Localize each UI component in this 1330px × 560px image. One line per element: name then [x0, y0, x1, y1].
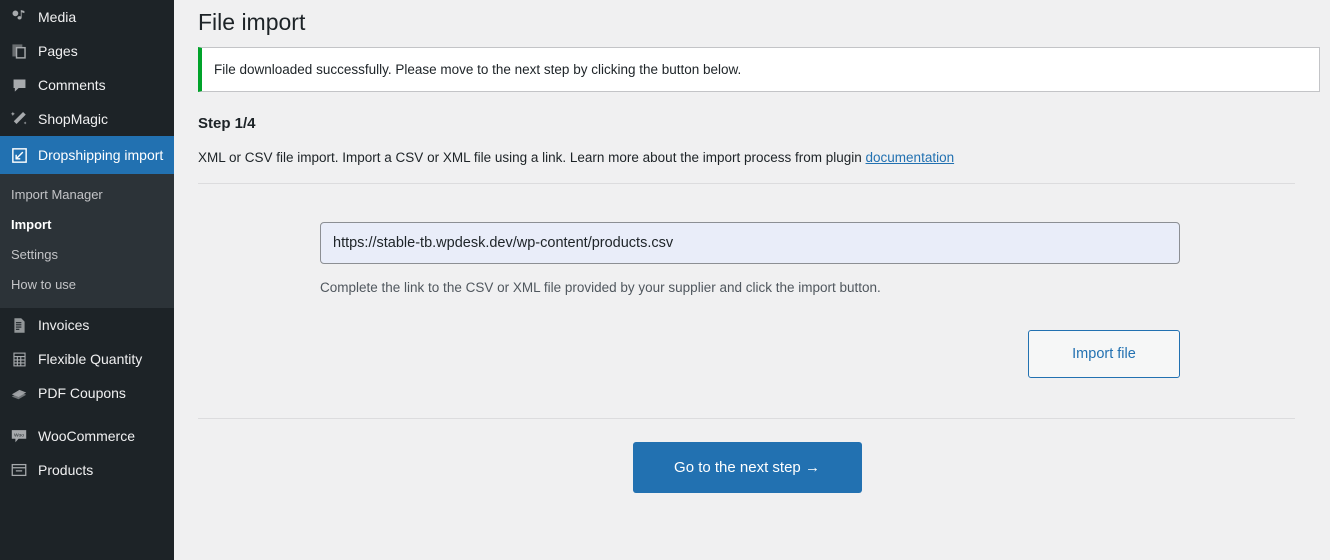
import-button-row: Import file — [174, 297, 1180, 378]
success-notice: File downloaded successfully. Please mov… — [198, 47, 1320, 92]
notice-message: File downloaded successfully. Please mov… — [214, 62, 742, 77]
sidebar-item-flexible-quantity[interactable]: Flexible Quantity — [0, 342, 174, 376]
svg-text:Woo: Woo — [14, 432, 24, 438]
file-url-input[interactable] — [320, 222, 1180, 264]
admin-screen: Media Pages Comments ShopMagic Dropshipp… — [0, 0, 1330, 560]
shopmagic-icon — [9, 109, 29, 129]
woocommerce-icon: Woo — [9, 426, 29, 446]
admin-sidebar: Media Pages Comments ShopMagic Dropshipp… — [0, 0, 174, 560]
documentation-link[interactable]: documentation — [866, 150, 955, 165]
sidebar-item-woocommerce[interactable]: Woo WooCommerce — [0, 419, 174, 453]
url-field-row — [174, 222, 1330, 264]
sidebar-item-pages[interactable]: Pages — [0, 34, 174, 68]
products-icon — [9, 460, 29, 480]
page-title: File import — [198, 9, 306, 35]
sidebar-item-label: Comments — [38, 76, 106, 93]
invoices-icon — [9, 315, 29, 335]
sidebar-item-import[interactable]: Import — [0, 210, 174, 240]
sidebar-item-settings[interactable]: Settings — [0, 240, 174, 270]
main-content: File import File downloaded successfully… — [174, 0, 1330, 560]
sidebar-item-label: Invoices — [38, 316, 90, 333]
pages-icon — [9, 41, 29, 61]
dropshipping-import-icon — [9, 145, 29, 165]
sidebar-item-label: Media — [38, 8, 77, 25]
import-file-button[interactable]: Import file — [1028, 330, 1180, 378]
media-icon — [9, 7, 29, 27]
sidebar-item-label: Dropshipping import — [38, 146, 164, 163]
step-description-text: XML or CSV file import. Import a CSV or … — [198, 150, 866, 165]
sidebar-item-label: Pages — [38, 42, 78, 59]
flexible-quantity-icon — [9, 349, 29, 369]
step-heading: Step 1/4 — [198, 115, 256, 132]
sidebar-item-products[interactable]: Products — [0, 453, 174, 487]
sidebar-item-how-to-use[interactable]: How to use — [0, 270, 174, 300]
sidebar-item-shopmagic[interactable]: ShopMagic — [0, 102, 174, 136]
pdf-coupons-icon — [9, 383, 29, 403]
go-to-next-step-button[interactable]: Go to the next step → — [632, 442, 862, 493]
comments-icon — [9, 75, 29, 95]
sidebar-item-pdf-coupons[interactable]: PDF Coupons — [0, 376, 174, 410]
import-form: Complete the link to the CSV or XML file… — [174, 184, 1330, 378]
sidebar-item-dropshipping-import[interactable]: Dropshipping import — [0, 136, 174, 174]
url-field-hint: Complete the link to the CSV or XML file… — [320, 280, 881, 295]
sidebar-item-import-manager[interactable]: Import Manager — [0, 180, 174, 210]
sidebar-item-label: Flexible Quantity — [38, 350, 143, 367]
sidebar-item-label: WooCommerce — [38, 427, 135, 444]
next-step-row: Go to the next step → — [174, 419, 1330, 493]
sidebar-item-label: PDF Coupons — [38, 384, 126, 401]
sidebar-item-comments[interactable]: Comments — [0, 68, 174, 102]
sidebar-item-label: Products — [38, 461, 94, 478]
sidebar-submenu: Import Manager Import Settings How to us… — [0, 174, 174, 308]
step-description: XML or CSV file import. Import a CSV or … — [174, 134, 1330, 167]
sidebar-item-label: ShopMagic — [38, 110, 109, 127]
sidebar-item-media[interactable]: Media — [0, 0, 174, 34]
sidebar-separator — [0, 410, 174, 419]
sidebar-item-invoices[interactable]: Invoices — [0, 308, 174, 342]
